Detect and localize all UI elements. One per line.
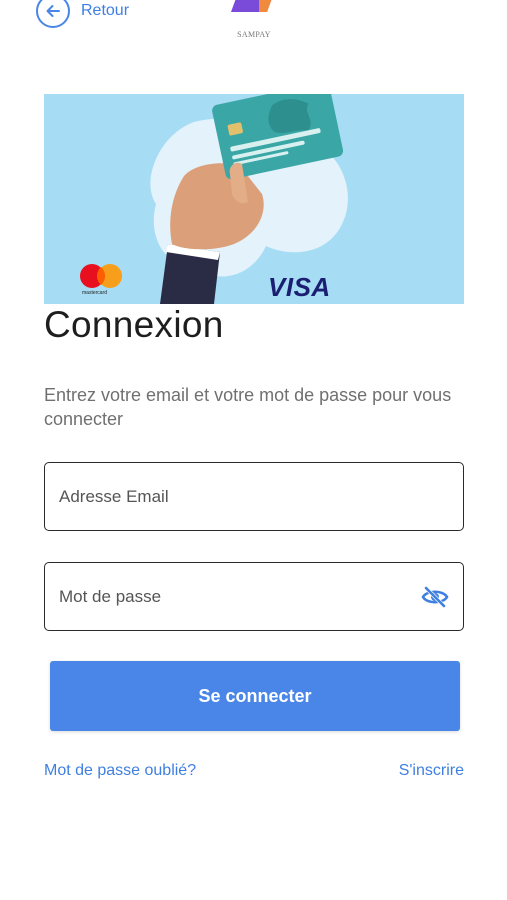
password-input[interactable] <box>45 563 463 630</box>
login-button[interactable]: Se connecter <box>50 661 460 731</box>
visa-logo-text: VISA <box>268 272 331 302</box>
email-input[interactable] <box>45 463 463 530</box>
top-bar: Retour SAMPAY <box>0 0 507 46</box>
back-button[interactable]: Retour <box>36 0 129 28</box>
forgot-password-link[interactable]: Mot de passe oublié? <box>44 762 196 780</box>
brand-name: SAMPAY <box>237 30 271 39</box>
mastercard-logo <box>80 264 122 288</box>
signup-link[interactable]: S'inscrire <box>399 762 464 780</box>
page-title: Connexion <box>44 304 224 345</box>
payment-card-banner: VISA mastercard <box>44 94 464 304</box>
password-field[interactable] <box>44 562 464 631</box>
brand-logo: SAMPAY <box>226 0 282 39</box>
mastercard-logo-text: mastercard <box>82 290 108 296</box>
arrow-left-icon <box>36 0 70 28</box>
email-field[interactable] <box>44 462 464 531</box>
page-subtitle: Entrez votre email et votre mot de passe… <box>44 385 452 429</box>
logo-mark-icon <box>231 0 272 12</box>
eye-off-icon[interactable] <box>421 585 449 609</box>
back-label: Retour <box>81 2 130 19</box>
